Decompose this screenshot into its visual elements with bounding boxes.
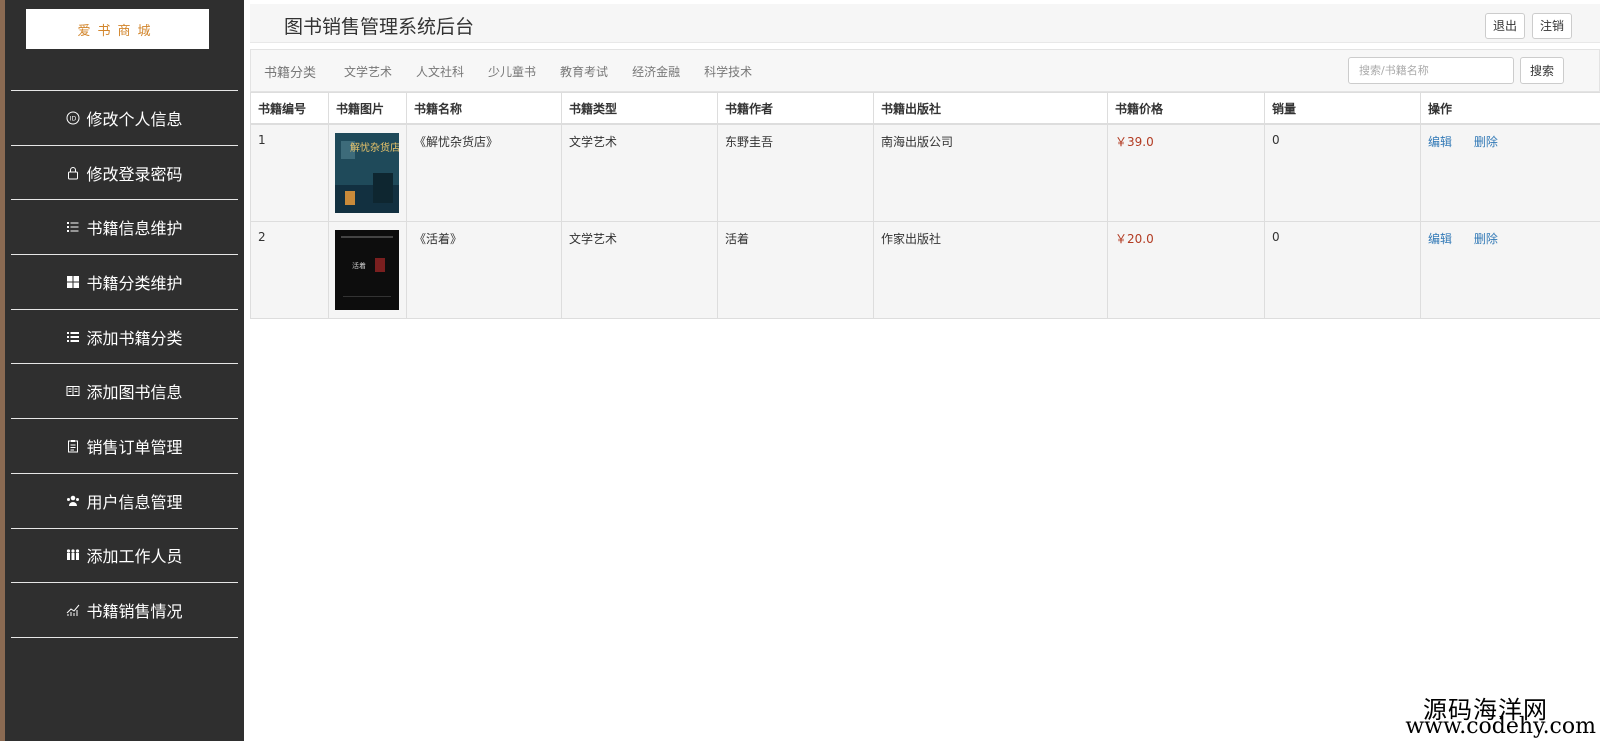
sidebar-item-book-info[interactable]: 书籍信息维护 — [11, 200, 238, 256]
edit-link[interactable]: 编辑 — [1428, 135, 1452, 149]
chart-icon — [66, 603, 80, 617]
book-cover-image: 解忧杂货店 — [335, 132, 399, 213]
sidebar-item-label: 添加图书信息 — [86, 383, 183, 403]
lock-icon — [66, 166, 80, 180]
delete-link[interactable]: 删除 — [1474, 232, 1498, 246]
cell-image: 解忧杂货店 — [328, 123, 407, 222]
cell-name: 《解忧杂货店》 — [406, 123, 562, 222]
watermark-url: www.codehy.com — [1405, 714, 1596, 739]
logo-text: 爱书商城 — [77, 23, 158, 39]
category-link-literature[interactable]: 文学艺术 — [344, 63, 392, 80]
list-icon — [66, 330, 80, 344]
sidebar: 爱书商城 ID 修改个人信息 修改登录密码 书籍信息维护 书籍分类维护 添加书籍… — [0, 0, 244, 741]
delete-link[interactable]: 删除 — [1474, 135, 1498, 149]
cell-id: 2 — [250, 220, 329, 319]
search-input[interactable] — [1348, 57, 1514, 84]
sidebar-item-change-password[interactable]: 修改登录密码 — [11, 146, 238, 201]
category-links: 文学艺术 人文社科 少儿童书 教育考试 经济金融 科学技术 — [344, 63, 776, 80]
cancel-account-button[interactable]: 注销 — [1532, 13, 1573, 39]
col-header-name: 书籍名称 — [406, 92, 562, 125]
cell-price: ￥20.0 — [1107, 220, 1265, 319]
cell-image: 活着 — [328, 220, 407, 319]
sidebar-item-sales-stats[interactable]: 书籍销售情况 — [11, 583, 238, 638]
col-header-type: 书籍类型 — [561, 92, 718, 125]
sidebar-item-add-book[interactable]: 添加图书信息 — [11, 364, 238, 420]
sidebar-item-label: 添加工作人员 — [86, 547, 183, 567]
sidebar-item-orders[interactable]: 销售订单管理 — [11, 419, 238, 474]
col-header-image: 书籍图片 — [328, 92, 407, 125]
col-header-publisher: 书籍出版社 — [873, 92, 1108, 125]
book-table: 书籍编号 书籍图片 书籍名称 书籍类型 书籍作者 书籍出版社 书籍价格 销量 操… — [250, 92, 1600, 319]
svg-text:ID: ID — [70, 115, 77, 122]
cell-name: 《活着》 — [406, 220, 562, 319]
sidebar-item-users[interactable]: 用户信息管理 — [11, 474, 238, 529]
col-header-price: 书籍价格 — [1107, 92, 1265, 125]
sidebar-menu: ID 修改个人信息 修改登录密码 书籍信息维护 书籍分类维护 添加书籍分类 添加… — [11, 90, 238, 638]
sidebar-item-label: 书籍销售情况 — [86, 602, 183, 622]
logout-button[interactable]: 退出 — [1485, 13, 1526, 39]
search-button[interactable]: 搜索 — [1520, 57, 1565, 84]
group-icon — [66, 548, 80, 562]
col-header-sales: 销量 — [1264, 92, 1421, 125]
table-row: 2 活着 《活着》 文学艺术 活着 作家出版社 ￥20.0 0 编辑 删除 — [250, 220, 1600, 319]
cell-publisher: 作家出版社 — [873, 220, 1108, 319]
user-card-icon: ID — [66, 111, 80, 125]
category-link-education[interactable]: 教育考试 — [560, 63, 608, 80]
cell-actions: 编辑 删除 — [1420, 220, 1600, 319]
cell-author: 活着 — [717, 220, 874, 319]
cell-sales: 0 — [1264, 220, 1421, 319]
sidebar-item-add-category[interactable]: 添加书籍分类 — [11, 310, 238, 365]
cover-title: 活着 — [352, 261, 366, 270]
cell-id: 1 — [250, 123, 329, 222]
category-nav-brand[interactable]: 书籍分类 — [264, 62, 316, 81]
sidebar-item-label: 添加书籍分类 — [86, 328, 183, 348]
table-header-row: 书籍编号 书籍图片 书籍名称 书籍类型 书籍作者 书籍出版社 书籍价格 销量 操… — [250, 92, 1600, 125]
cell-price: ￥39.0 — [1107, 123, 1265, 222]
grid-icon — [66, 275, 80, 289]
list-icon — [66, 220, 80, 234]
category-link-science[interactable]: 科学技术 — [704, 63, 752, 80]
col-header-id: 书籍编号 — [250, 92, 329, 125]
col-header-actions: 操作 — [1420, 92, 1600, 125]
book-cover-image: 活着 — [335, 229, 399, 310]
cell-type: 文学艺术 — [561, 123, 718, 222]
book-table-container: 书籍编号 书籍图片 书籍名称 书籍类型 书籍作者 书籍出版社 书籍价格 销量 操… — [250, 92, 1600, 319]
category-link-children[interactable]: 少儿童书 — [488, 63, 536, 80]
category-link-finance[interactable]: 经济金融 — [632, 63, 680, 80]
cell-author: 东野圭吾 — [717, 123, 874, 222]
logo[interactable]: 爱书商城 — [26, 9, 209, 49]
cell-sales: 0 — [1264, 123, 1421, 222]
table-row: 1 解忧杂货店 《解忧杂货店》 文学艺术 东野圭吾 南海出版公司 ￥39.0 0… — [250, 123, 1600, 222]
cell-publisher: 南海出版公司 — [873, 123, 1108, 222]
col-header-author: 书籍作者 — [717, 92, 874, 125]
sidebar-edge — [0, 0, 5, 741]
sidebar-item-label: 修改登录密码 — [86, 164, 183, 184]
sidebar-item-label: 用户信息管理 — [86, 492, 183, 512]
cell-type: 文学艺术 — [561, 220, 718, 319]
cover-title: 解忧杂货店 — [350, 141, 399, 154]
sidebar-item-label: 修改个人信息 — [86, 109, 183, 129]
sidebar-item-category-maintain[interactable]: 书籍分类维护 — [11, 255, 238, 310]
page-title: 图书销售管理系统后台 — [284, 16, 475, 38]
sidebar-item-label: 销售订单管理 — [86, 437, 183, 457]
sidebar-item-label: 书籍信息维护 — [86, 219, 183, 239]
sidebar-item-edit-profile[interactable]: ID 修改个人信息 — [11, 91, 238, 146]
category-nav: 书籍分类 文学艺术 人文社科 少儿童书 教育考试 经济金融 科学技术 搜索 — [250, 49, 1600, 92]
category-link-humanities[interactable]: 人文社科 — [416, 63, 464, 80]
clipboard-icon — [66, 439, 80, 453]
edit-link[interactable]: 编辑 — [1428, 232, 1452, 246]
sidebar-item-add-staff[interactable]: 添加工作人员 — [11, 529, 238, 584]
users-icon — [66, 494, 80, 508]
cell-actions: 编辑 删除 — [1420, 123, 1600, 222]
top-header: 图书销售管理系统后台 退出 注销 — [250, 4, 1600, 43]
book-open-icon — [66, 384, 80, 398]
sidebar-item-label: 书籍分类维护 — [86, 273, 183, 293]
